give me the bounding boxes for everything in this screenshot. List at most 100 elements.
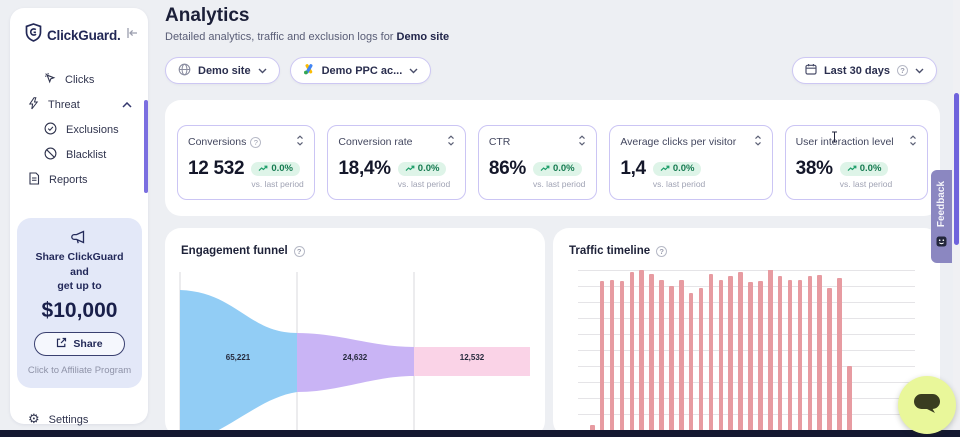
check-circle-icon — [44, 122, 57, 138]
kpi-card-interaction-level: User interaction level 38% 0.0% vs. last… — [785, 125, 928, 200]
sort-icon[interactable] — [578, 135, 586, 149]
sidebar-item-reports[interactable]: Reports — [10, 167, 148, 192]
funnel-stage-1-value: 65,221 — [208, 353, 268, 362]
settings-label: Settings — [49, 414, 89, 426]
affiliate-promo-card[interactable]: Share ClickGuard and get up to $10,000 S… — [17, 218, 142, 388]
promo-text-line1: Share ClickGuard and — [25, 250, 134, 279]
kpi-sub-label: vs. last period — [653, 179, 705, 189]
kpi-value: 12 532 — [188, 159, 244, 180]
page-subtitle: Detailed analytics, traffic and exclusio… — [165, 31, 449, 43]
traffic-bar — [847, 366, 852, 437]
traffic-bar — [778, 276, 783, 437]
chevron-down-icon — [409, 65, 418, 77]
sidebar-item-settings[interactable]: ⚙ Settings — [10, 407, 148, 432]
clickguard-shield-icon — [25, 23, 42, 47]
sidebar-item-clicks[interactable]: Clicks — [10, 67, 148, 92]
ppc-account-dropdown[interactable]: Demo PPC ac... — [290, 57, 432, 84]
traffic-bar — [709, 274, 714, 437]
ban-circle-icon — [44, 147, 57, 163]
kpi-change-badge: 0.0% — [251, 162, 300, 176]
kpi-sub-label: vs. last period — [840, 179, 892, 189]
traffic-bar — [768, 270, 773, 437]
kpi-value: 86% — [489, 159, 526, 180]
traffic-bar — [630, 272, 635, 437]
sidebar-nav: Clicks Threat Exclusions — [10, 67, 148, 192]
chat-launcher-button[interactable] — [898, 376, 956, 434]
kpi-sub-label: vs. last period — [533, 179, 585, 189]
traffic-bar — [808, 276, 813, 437]
traffic-bar — [610, 280, 615, 437]
feedback-tab[interactable]: Feedback — [931, 170, 952, 263]
collapse-sidebar-icon[interactable] — [126, 26, 138, 44]
sidebar-scrollbar-thumb[interactable] — [144, 100, 148, 193]
page-subtitle-site: Demo site — [397, 31, 450, 43]
traffic-bar — [639, 270, 644, 437]
sidebar-item-label: Reports — [49, 174, 88, 186]
funnel-stage-2-value: 24,632 — [325, 353, 385, 362]
traffic-bar — [758, 281, 763, 437]
cursor-click-icon — [44, 72, 56, 87]
sort-icon[interactable] — [447, 135, 455, 149]
traffic-bar — [649, 274, 654, 437]
megaphone-icon — [71, 232, 88, 249]
kpi-value: 18,4% — [338, 159, 390, 180]
date-range-dropdown[interactable]: Last 30 days ? — [792, 57, 937, 84]
sort-icon[interactable] — [754, 135, 762, 149]
logo-row: ClickGuard. — [10, 8, 148, 47]
lightning-bolt-icon — [28, 97, 39, 113]
traffic-bar — [600, 281, 605, 437]
traffic-bar — [659, 280, 664, 437]
trend-up-icon — [540, 165, 550, 172]
gear-icon: ⚙ — [28, 413, 40, 426]
ppc-account-value: Demo PPC ac... — [322, 65, 403, 77]
trend-up-icon — [660, 165, 670, 172]
site-filter-value: Demo site — [198, 65, 251, 77]
traffic-bar — [728, 276, 733, 437]
page-title: Analytics — [165, 5, 249, 27]
traffic-bar — [788, 280, 793, 437]
help-icon[interactable]: ? — [294, 246, 305, 257]
traffic-bar — [837, 278, 842, 437]
feedback-tab-label: Feedback — [936, 181, 947, 227]
sort-icon[interactable] — [909, 135, 917, 149]
traffic-bar — [689, 293, 694, 437]
kpi-label: Conversion rate — [338, 136, 412, 148]
sidebar-item-blacklist[interactable]: Blacklist — [10, 142, 148, 167]
page-scrollbar-track[interactable] — [953, 0, 960, 430]
sidebar-item-exclusions[interactable]: Exclusions — [10, 117, 148, 142]
help-icon[interactable]: ? — [897, 65, 908, 76]
globe-icon — [178, 63, 191, 79]
share-button-label: Share — [73, 338, 102, 350]
engagement-funnel-card: Engagement funnel ? 65,221 24,632 12,532 — [165, 228, 545, 437]
feedback-smiley-icon — [936, 234, 947, 252]
funnel-stage-1-shape[interactable] — [180, 290, 297, 437]
sort-icon[interactable] — [296, 135, 304, 149]
sidebar-item-label: Blacklist — [66, 149, 106, 161]
site-filter-dropdown[interactable]: Demo site — [165, 57, 280, 84]
promo-amount: $10,000 — [25, 299, 134, 323]
timeline-chart-title: Traffic timeline — [569, 245, 650, 257]
traffic-bar — [798, 280, 803, 437]
bottom-window-edge — [0, 430, 960, 437]
filter-chips: Demo site Demo PPC ac... — [165, 57, 431, 84]
sidebar-item-threat[interactable]: Threat — [10, 92, 148, 117]
traffic-bar — [719, 280, 724, 437]
page-scrollbar-thumb[interactable] — [954, 93, 959, 245]
funnel-chart-title: Engagement funnel — [181, 245, 288, 257]
kpi-label: CTR — [489, 136, 511, 148]
chevron-down-icon — [258, 65, 267, 77]
funnel-stage-2-shape[interactable] — [297, 333, 414, 392]
analytics-page: ClickGuard. Clicks Threat — [0, 0, 960, 437]
help-icon[interactable]: ? — [656, 246, 667, 257]
kpi-label: User interaction level — [796, 136, 894, 148]
share-button[interactable]: Share — [34, 332, 124, 356]
traffic-bar — [620, 281, 625, 437]
help-icon[interactable]: ? — [250, 137, 261, 148]
kpi-value: 38% — [796, 159, 833, 180]
timeline-chart — [578, 270, 915, 437]
kpi-change-badge: 0.0% — [653, 162, 702, 176]
trend-up-icon — [405, 165, 415, 172]
external-link-icon — [56, 337, 67, 351]
document-icon — [28, 172, 40, 188]
kpi-card-conversions: Conversions ? 12 532 0.0% vs. last perio… — [177, 125, 315, 200]
